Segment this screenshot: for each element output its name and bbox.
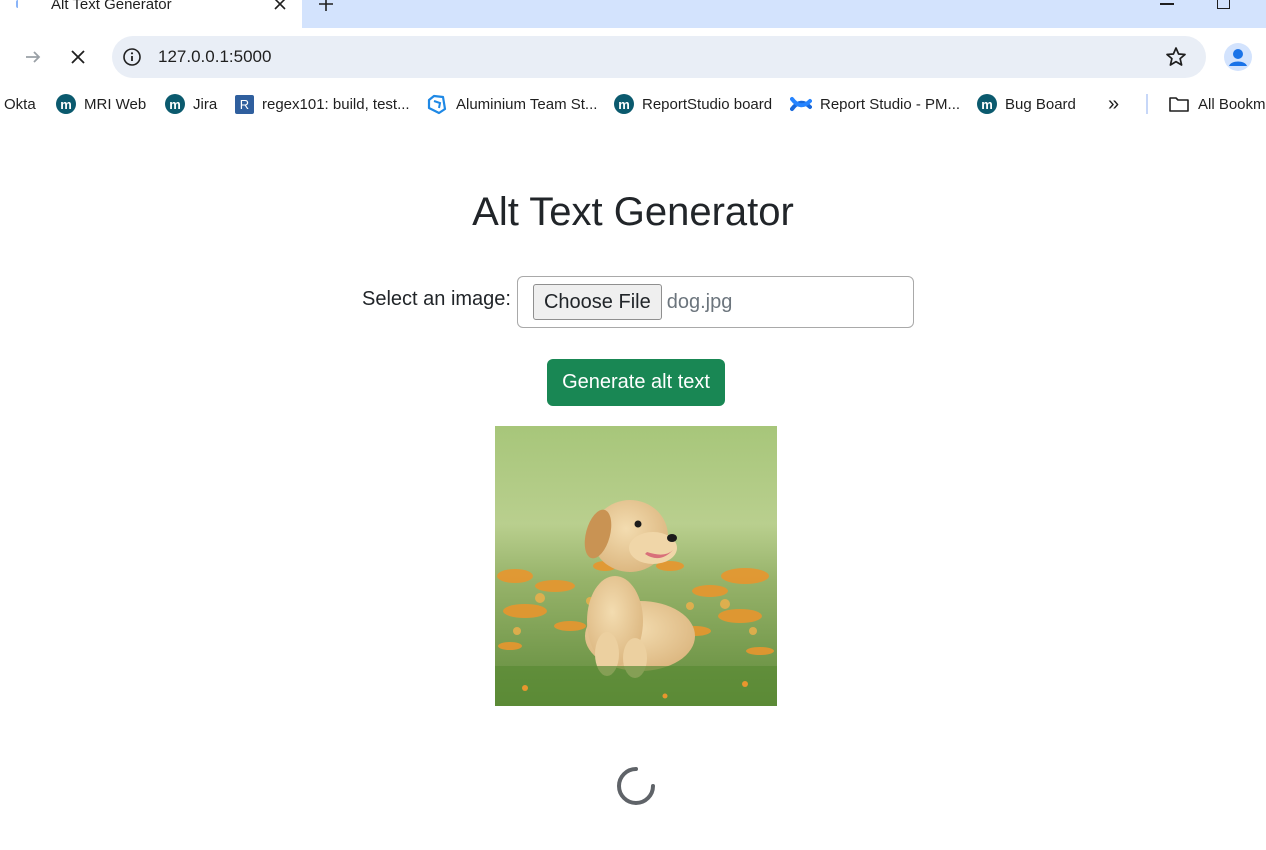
stop-loading-icon[interactable] [66, 45, 90, 69]
tab-title: Alt Text Generator [51, 0, 172, 13]
bookmark-mri-web[interactable]: m MRI Web [56, 92, 146, 116]
page-title: Alt Text Generator [472, 190, 794, 234]
tab-favicon-icon [16, 0, 34, 8]
forward-arrow-icon[interactable] [21, 45, 45, 69]
bookmark-label: ReportStudio board [642, 95, 773, 113]
bookmark-jira[interactable]: m Jira [165, 92, 217, 116]
bookmark-label: MRI Web [84, 95, 147, 113]
mri-logo-icon: m [165, 94, 185, 114]
bookmark-reportstudio-board[interactable]: m ReportStudio board [614, 92, 772, 116]
choose-file-button[interactable]: Choose File [532, 284, 662, 320]
generate-alt-text-button[interactable]: Generate alt text [547, 359, 725, 406]
site-info-icon[interactable] [122, 47, 142, 67]
loading-spinner-icon [617, 767, 655, 805]
mri-logo-icon: m [977, 94, 997, 114]
bookmark-label: Okta [4, 95, 36, 113]
bookmarks-bar: Okta m MRI Web m Jira R regex101: build,… [0, 86, 1266, 122]
bookmark-label: Jira [193, 95, 218, 113]
image-select-row: Select an image: Choose File dog.jpg [362, 275, 914, 329]
mri-logo-icon: m [614, 94, 634, 114]
bookmarks-overflow-chevron-icon[interactable]: » [1108, 92, 1119, 116]
bookmark-label: Aluminium Team St... [456, 95, 598, 113]
overflow-label: » [1108, 92, 1120, 115]
dog-photo-preview [495, 426, 777, 706]
all-bookmarks-label: All Bookm [1198, 95, 1266, 113]
bookmark-label: regex101: build, test... [262, 95, 410, 113]
bookmark-label: Bug Board [1005, 95, 1076, 113]
browser-toolbar: 127.0.0.1:5000 [0, 28, 1266, 86]
bookmark-aluminium-team[interactable]: Aluminium Team St... [426, 92, 597, 116]
regex101-logo-icon: R [235, 94, 254, 114]
page-content: Alt Text Generator Select an image: Choo… [0, 122, 1266, 850]
select-image-label: Select an image: [362, 287, 511, 310]
confluence-icon [790, 93, 812, 115]
folder-icon [1168, 93, 1190, 115]
profile-avatar-icon[interactable] [1224, 43, 1252, 71]
tab-close-icon[interactable] [270, 0, 290, 14]
file-input[interactable]: Choose File dog.jpg [516, 276, 914, 328]
azure-devops-icon [426, 93, 448, 115]
bookmark-okta[interactable]: Okta [4, 92, 36, 116]
window-minimize-icon[interactable] [1160, 3, 1174, 5]
mri-logo-icon: m [56, 94, 76, 114]
bookmark-label: Report Studio - PM... [820, 95, 961, 113]
selected-file-name: dog.jpg [666, 290, 733, 313]
bookmark-bug-board[interactable]: m Bug Board [977, 92, 1076, 116]
tab-alt-text-generator[interactable]: Alt Text Generator [0, 0, 302, 28]
address-url[interactable]: 127.0.0.1:5000 [158, 47, 271, 67]
bookmarks-divider [1146, 94, 1148, 114]
bookmark-star-icon[interactable] [1164, 45, 1188, 69]
bookmark-regex101[interactable]: R regex101: build, test... [235, 92, 410, 116]
bookmark-report-studio-pm[interactable]: Report Studio - PM... [790, 92, 960, 116]
address-bar[interactable]: 127.0.0.1:5000 [112, 36, 1206, 78]
image-preview [495, 426, 777, 706]
window-maximize-icon[interactable] [1217, 0, 1230, 9]
new-tab-plus-icon[interactable] [316, 0, 336, 14]
tab-strip: Alt Text Generator [0, 0, 1266, 28]
all-bookmarks-folder[interactable]: All Bookm [1168, 92, 1266, 116]
